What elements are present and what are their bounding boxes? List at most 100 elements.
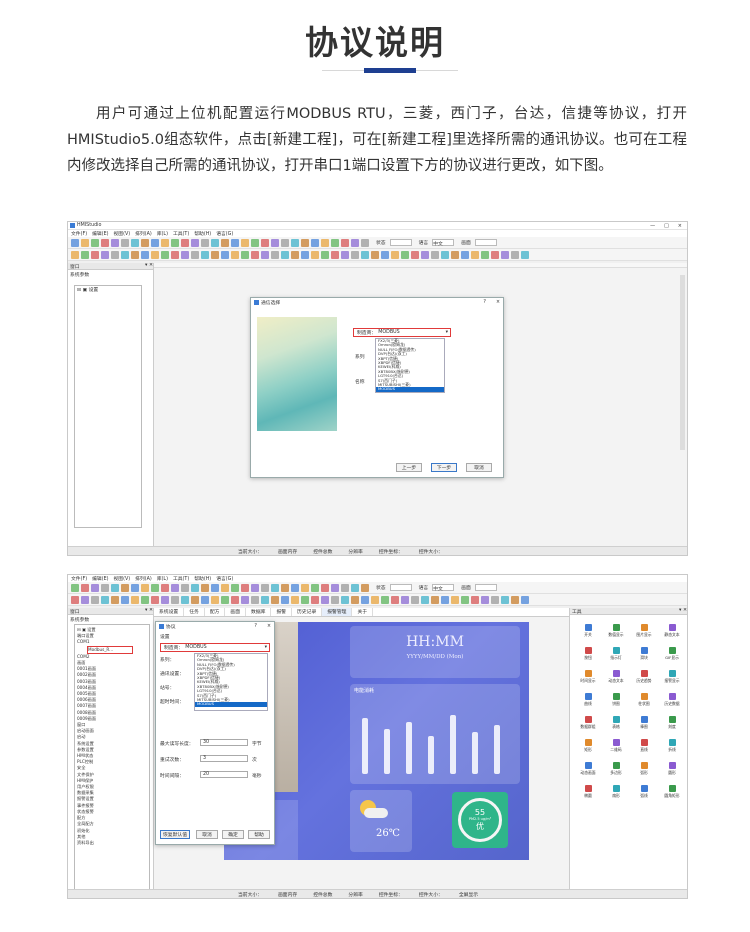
toolbar-icon[interactable] [311, 250, 319, 259]
menu-item[interactable]: 视图(V) [113, 230, 130, 237]
toolbar-icon[interactable] [191, 583, 199, 592]
menu-item[interactable]: 编辑(E) [92, 575, 108, 582]
toolbar-icon[interactable] [301, 583, 309, 592]
toolbox-item[interactable]: 指示灯 [602, 647, 630, 661]
toolbar-icon[interactable] [91, 583, 99, 592]
menu-item[interactable]: 库(L) [157, 230, 168, 237]
toolbar-icon[interactable] [231, 595, 239, 604]
toolbar-icon[interactable] [351, 583, 359, 592]
toolbox-item[interactable]: 数据群组 [574, 716, 602, 730]
menu-item[interactable]: 语言(G) [216, 230, 233, 237]
toolbar-icon[interactable] [251, 595, 259, 604]
toolbar-icon[interactable] [181, 583, 189, 592]
toolbar-icon[interactable] [331, 238, 339, 247]
toolbar-icon[interactable] [411, 595, 419, 604]
toolbar-icon[interactable] [131, 250, 139, 259]
toolbar-icon[interactable] [341, 238, 349, 247]
cancel-button[interactable]: 取消 [196, 830, 218, 839]
toolbox-item[interactable]: 数值显示 [602, 624, 630, 638]
toolbar-icon[interactable] [251, 583, 259, 592]
toolbox-item[interactable]: 柱状图 [630, 693, 658, 707]
toolbar-icon[interactable] [91, 595, 99, 604]
tab[interactable]: 关于 [352, 608, 374, 616]
toolbar-icon[interactable] [411, 250, 419, 259]
toolbox-item[interactable]: 历史趋势 [630, 670, 658, 684]
toolbar-icon[interactable] [381, 250, 389, 259]
toolbox-item[interactable]: 动态画面 [574, 762, 602, 776]
ok-button[interactable]: 确定 [222, 830, 244, 839]
toolbar-icon[interactable] [161, 595, 169, 604]
toolbox-item[interactable]: 表格 [602, 716, 630, 730]
toolbar-icon[interactable] [131, 238, 139, 247]
toolbar-icon[interactable] [511, 595, 519, 604]
toolbar-icon[interactable] [81, 250, 89, 259]
toolbar-icon[interactable] [171, 583, 179, 592]
restore-default-button[interactable]: 恢复默认值 [160, 830, 190, 839]
menu-item[interactable]: 视图(V) [113, 575, 130, 582]
toolbar-icon[interactable] [101, 595, 109, 604]
toolbar-icon[interactable] [201, 583, 209, 592]
toolbar-icon[interactable] [161, 250, 169, 259]
toolbox-item[interactable]: 折线 [658, 739, 686, 753]
menu-item[interactable]: 库(L) [157, 575, 168, 582]
menu-item[interactable]: 工具(T) [173, 575, 189, 582]
toolbox-item[interactable]: 弧形 [630, 762, 658, 776]
toolbar-icon[interactable] [121, 238, 129, 247]
toolbar-icon[interactable] [331, 583, 339, 592]
toolbar-icon[interactable] [311, 583, 319, 592]
toolbar-icon[interactable] [461, 595, 469, 604]
toolbar-icon[interactable] [161, 238, 169, 247]
toolbar-icon[interactable] [291, 595, 299, 604]
field-input[interactable]: 20 [200, 771, 248, 778]
toolbar-icon[interactable] [131, 595, 139, 604]
toolbar-icon[interactable] [211, 250, 219, 259]
toolbar-icon[interactable] [241, 583, 249, 592]
toolbar-icon[interactable] [431, 250, 439, 259]
toolbar-icon[interactable] [71, 238, 79, 247]
toolbar-icon[interactable] [91, 250, 99, 259]
project-tree[interactable]: ⊟ ▣ 设置 [74, 285, 142, 528]
toolbox-item[interactable]: 直线 [630, 739, 658, 753]
toolbar-icon[interactable] [481, 595, 489, 604]
toolbox-item[interactable]: 动态文本 [602, 670, 630, 684]
menu-item[interactable]: 工具(T) [173, 230, 189, 237]
help-button[interactable]: ? [254, 624, 257, 629]
toolbar-icon[interactable] [291, 583, 299, 592]
toolbar-icon[interactable] [241, 595, 249, 604]
toolbar-icon[interactable] [251, 238, 259, 247]
toolbar-icon[interactable] [121, 250, 129, 259]
toolbar-icon[interactable] [101, 250, 109, 259]
status-dropdown[interactable] [389, 239, 412, 246]
protocol-option[interactable]: MODBUS [376, 386, 444, 392]
project-tree[interactable]: ⊟ ▣ 设置 端口设置 COM1 Modbus_R... COM2 画面 000… [74, 624, 150, 890]
toolbar-icon[interactable] [111, 238, 119, 247]
menu-item[interactable]: 编辑(E) [92, 230, 108, 237]
toolbar-icon[interactable] [151, 583, 159, 592]
toolbar-icon[interactable] [191, 238, 199, 247]
toolbar-icon[interactable] [101, 238, 109, 247]
toolbar-icon[interactable] [171, 250, 179, 259]
toolbar-icon[interactable] [71, 250, 79, 259]
toolbar-icon[interactable] [291, 238, 299, 247]
toolbar-icon[interactable] [171, 595, 179, 604]
toolbar-icon[interactable] [451, 250, 459, 259]
toolbar-icon[interactable] [311, 238, 319, 247]
toolbar-icon[interactable] [341, 595, 349, 604]
toolbar-icon[interactable] [221, 250, 229, 259]
toolbox-item[interactable]: GIF显示 [658, 647, 686, 661]
toolbox-item[interactable]: 弧线 [630, 785, 658, 799]
toolbar-icon[interactable] [311, 595, 319, 604]
toolbox-item[interactable]: 按钮 [574, 647, 602, 661]
toolbar-icon[interactable] [461, 250, 469, 259]
toolbar-icon[interactable] [91, 238, 99, 247]
close-button[interactable]: × [267, 624, 271, 629]
help-button-bottom[interactable]: 帮助 [248, 830, 270, 839]
toolbar-icon[interactable] [341, 583, 349, 592]
toolbar-icon[interactable] [521, 250, 529, 259]
tab[interactable]: 数据库 [246, 608, 272, 616]
toolbar-icon[interactable] [271, 583, 279, 592]
toolbar-icon[interactable] [241, 250, 249, 259]
back-button[interactable]: 上一步 [396, 463, 422, 472]
tree-item[interactable]: 资料导出 [77, 840, 147, 846]
toolbar-icon[interactable] [111, 583, 119, 592]
